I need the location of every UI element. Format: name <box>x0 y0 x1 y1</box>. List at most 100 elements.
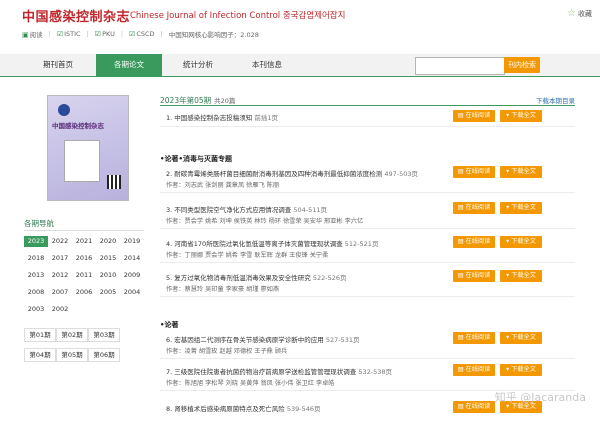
article-pages: 497-503页 <box>384 170 419 178</box>
year-link[interactable]: 2013 <box>24 270 48 281</box>
download-toc-link[interactable]: 下载本期目录 <box>536 95 575 105</box>
qr-code-icon <box>107 175 121 189</box>
tag-cscd[interactable]: ☑CSCD <box>129 30 155 38</box>
year-link[interactable]: 2007 <box>48 287 72 298</box>
tag-read[interactable]: ▣阅读 <box>22 29 43 39</box>
article-title: 不同类型医院空气净化方式应用情况调查 <box>174 206 292 214</box>
read-online-button[interactable]: ▤ 在线阅读 <box>453 236 495 248</box>
article-number: 5. <box>166 274 173 282</box>
tab-issues[interactable]: 各期论文 <box>96 54 162 76</box>
article-authors: 作者：贾会学 姚希 刘坤 侯铁英 林玲 杨环 徐雪荣 吴安华 邢亚彬 李六亿 <box>166 218 364 225</box>
article-title-link[interactable]: 1. 中国感染控制杂志投稿须知 前插1页 <box>166 112 278 122</box>
article-title: 复方过氧化物消毒剂低温消毒效果及安全性研究 <box>174 274 311 282</box>
download-button[interactable]: ▾ 下载全文 <box>500 166 542 178</box>
article-title-link[interactable]: 8. 肾移植术后感染病原菌特点及死亡风险 539-546页 <box>166 403 321 413</box>
year-link[interactable]: 2003 <box>24 304 48 315</box>
read-online-button[interactable]: ▤ 在线阅读 <box>453 364 495 376</box>
year-link[interactable]: 2015 <box>96 253 120 264</box>
article-authors: 作者：凌菁 胡雪玫 赵越 邓德权 王子鼎 顾兵 <box>166 348 288 355</box>
issue-link[interactable]: 第05期 <box>56 348 88 362</box>
year-link[interactable]: 2010 <box>96 270 120 281</box>
article-title-link[interactable]: 5. 复方过氧化物消毒剂低温消毒效果及安全性研究 522-526页 <box>166 272 347 282</box>
year-link[interactable]: 2012 <box>48 270 72 281</box>
read-online-button[interactable]: ▤ 在线阅读 <box>453 332 495 344</box>
article-pages: 512-521页 <box>344 240 379 248</box>
article-number: 8. <box>166 405 173 413</box>
tab-info[interactable]: 本刊信息 <box>234 54 300 76</box>
divider <box>160 192 575 193</box>
year-link[interactable]: 2004 <box>120 287 144 298</box>
book-icon: ▤ <box>457 272 464 279</box>
search-input[interactable] <box>415 57 505 75</box>
article-pages: 532-538页 <box>358 368 393 376</box>
tag-pku[interactable]: ☑PKU <box>95 30 115 38</box>
year-link[interactable]: 2022 <box>48 236 72 247</box>
read-online-button[interactable]: ▤ 在线阅读 <box>453 202 495 214</box>
read-online-button[interactable]: ▤ 在线阅读 <box>453 270 495 282</box>
download-button[interactable]: ▾ 下载全文 <box>500 364 542 376</box>
section-heading: •论著 <box>160 321 179 329</box>
download-icon: ▾ <box>506 334 510 341</box>
article-authors: 作者：蔡慧玲 吴印童 李家豪 胡瑾 廖如燕 <box>166 286 280 293</box>
divider <box>160 296 575 297</box>
tab-home[interactable]: 期刊首页 <box>20 54 96 76</box>
year-link[interactable]: 2011 <box>72 270 96 281</box>
cover-image <box>64 140 100 182</box>
journal-cover[interactable]: 中国感染控制杂志 <box>47 95 129 201</box>
download-button[interactable]: ▾ 下载全文 <box>500 270 542 282</box>
read-online-button[interactable]: ▤ 在线阅读 <box>453 110 495 122</box>
article-title-link[interactable]: 7. 三级医院住院患者抗菌药物治疗前病原学送检监管管理现状调查 532-538页 <box>166 366 392 376</box>
year-link[interactable]: 2019 <box>120 236 144 247</box>
issue-link[interactable]: 第04期 <box>24 348 56 362</box>
article-number: 7. <box>166 368 173 376</box>
book-icon: ▤ <box>457 334 464 341</box>
year-link[interactable]: 2023 <box>24 236 48 247</box>
year-link[interactable]: 2016 <box>72 253 96 264</box>
year-link[interactable]: 2021 <box>72 236 96 247</box>
article-number: 4. <box>166 240 173 248</box>
article-title-link[interactable]: 4. 河南省170所医院过氧化氢低温等离子体灭菌管理现状调查 512-521页 <box>166 238 378 248</box>
read-online-button[interactable]: ▤ 在线阅读 <box>453 401 495 413</box>
search-button[interactable]: 刊内检索 <box>504 57 540 73</box>
read-online-button[interactable]: ▤ 在线阅读 <box>453 166 495 178</box>
check-icon: ☑ <box>56 30 64 38</box>
year-link[interactable]: 2002 <box>48 304 72 315</box>
download-icon: ▾ <box>506 204 510 211</box>
year-link[interactable]: 2008 <box>24 287 48 298</box>
issue-link[interactable]: 第02期 <box>56 328 88 342</box>
year-link[interactable]: 2014 <box>120 253 144 264</box>
issue-link[interactable]: 第01期 <box>24 328 56 342</box>
issue-nav-title: 各期导航 <box>24 219 54 228</box>
year-link[interactable]: 2009 <box>120 270 144 281</box>
year-link[interactable]: 2017 <box>48 253 72 264</box>
article-number: 2. <box>166 170 173 178</box>
article-authors: 作者：陈旭旭 李松琴 刘晓 吴黄萍 翁凤 张小伟 张卫红 李卓皓 <box>166 380 335 387</box>
year-link[interactable]: 2018 <box>24 253 48 264</box>
tab-statistics[interactable]: 统计分析 <box>162 54 234 76</box>
download-icon: ▾ <box>506 112 510 119</box>
year-link[interactable]: 2006 <box>72 287 96 298</box>
article-title-link[interactable]: 2. 耐碳青霉烯类肠杆菌目细菌耐消毒剂基因及四种消毒剂最低抑菌浓度检测 497-… <box>166 168 418 178</box>
book-icon: ▤ <box>457 168 464 175</box>
article-title-link[interactable]: 3. 不同类型医院空气净化方式应用情况调查 504-511页 <box>166 204 327 214</box>
article-authors: 作者：丁丽娜 贾会学 姚希 李雪 耿军辉 龙群 王俊锋 关宁柔 <box>166 252 329 259</box>
article-pages: 504-511页 <box>293 206 328 214</box>
issue-link[interactable]: 第06期 <box>88 348 120 362</box>
tag-istic[interactable]: ☑ISTIC <box>57 30 81 38</box>
download-icon: ▾ <box>506 272 510 279</box>
download-button[interactable]: ▾ 下载全文 <box>500 202 542 214</box>
download-button[interactable]: ▾ 下载全文 <box>500 110 542 122</box>
favorite-button[interactable]: ☆ 收藏 <box>567 8 592 19</box>
download-button[interactable]: ▾ 下载全文 <box>500 332 542 344</box>
issue-link[interactable]: 第03期 <box>88 328 120 342</box>
download-button[interactable]: ▾ 下载全文 <box>500 236 542 248</box>
article-title-link[interactable]: 6. 宏基因组二代测序在骨关节感染病原学诊断中的应用 527-531页 <box>166 334 360 344</box>
download-icon: ▾ <box>506 238 510 245</box>
book-icon: ▣ <box>22 31 29 39</box>
book-icon: ▤ <box>457 403 464 410</box>
year-link[interactable]: 2020 <box>96 236 120 247</box>
year-link[interactable]: 2005 <box>96 287 120 298</box>
journal-title-cn: 中国感染控制杂志 <box>22 10 131 25</box>
article-number: 1. <box>166 114 173 122</box>
article-title: 肾移植术后感染病原菌特点及死亡风险 <box>174 405 285 413</box>
